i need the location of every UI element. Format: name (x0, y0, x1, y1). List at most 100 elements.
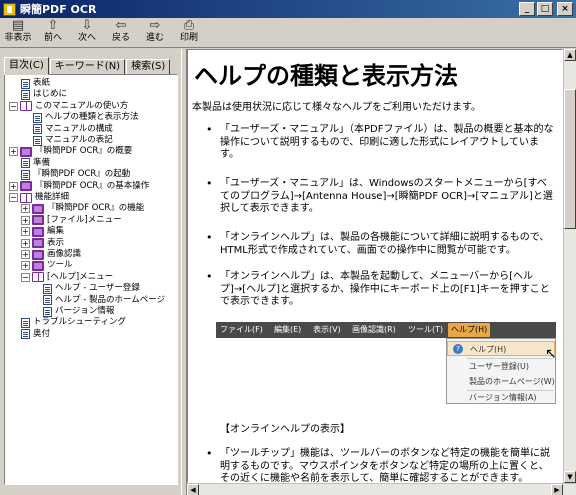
help-icon: ? (453, 344, 463, 354)
close-button[interactable]: × (557, 2, 573, 16)
forward-button[interactable]: ⇨ 進む (138, 18, 172, 48)
expand-icon[interactable]: + (21, 227, 30, 237)
window-controls: _ □ × (519, 2, 573, 16)
menu-help: ヘルプ(H) (448, 323, 491, 337)
tree-item[interactable]: 奥付 (21, 329, 50, 340)
forward-arrow-icon: ⇨ (149, 18, 161, 33)
tree-item[interactable]: − 機能詳細 (9, 192, 69, 203)
expand-icon[interactable]: + (21, 261, 30, 271)
tree-item[interactable]: + 『瞬簡PDF OCR』の機能 (21, 203, 144, 214)
prev-label: 前へ (43, 33, 62, 43)
tree-item[interactable]: + 編集 (21, 226, 64, 237)
tree-item[interactable]: はじめに (21, 89, 67, 100)
tree-item-label: 『瞬簡PDF OCR』の起動 (33, 169, 131, 180)
tree-item-label: ヘルプの種類と表示方法 (45, 112, 139, 123)
dropdown-help-label: ヘルプ(H) (470, 345, 507, 354)
bullet-item: 「ユーザーズ・マニュアル」（本PDFファイル）は、製品の概要と基本的な操作につい… (206, 124, 556, 162)
expand-icon[interactable]: + (21, 215, 30, 225)
tree-item[interactable]: + 画像認識 (21, 249, 81, 260)
tree-item[interactable]: − [ヘルプ]メニュー (21, 272, 113, 283)
back-button[interactable]: ⇦ 戻る (104, 18, 138, 48)
horizontal-scrollbar[interactable]: ◀ ▶ (187, 483, 576, 495)
tab-keyword[interactable]: キーワード(N) (49, 59, 126, 75)
tree-item[interactable]: 表紙 (21, 78, 50, 89)
tree-item-label: [ヘルプ]メニュー (47, 271, 114, 282)
tree-item-label: バージョン情報 (55, 306, 115, 316)
collapse-icon[interactable]: − (9, 193, 18, 202)
tree-item[interactable]: ヘルプ - 製品のホームページ (43, 295, 165, 306)
page-icon (21, 317, 30, 328)
tree-item[interactable]: マニュアルの構成 (33, 124, 113, 135)
tree-item[interactable]: − このマニュアルの使い方 (9, 101, 128, 112)
page-icon (43, 295, 52, 306)
tree-item-label: このマニュアルの使い方 (35, 100, 129, 111)
tree-item-label: マニュアルの表記 (45, 135, 113, 145)
collapse-icon[interactable]: − (9, 101, 18, 111)
tree-item[interactable]: 準備 (21, 158, 50, 169)
page-icon (33, 112, 42, 123)
expand-icon[interactable]: + (9, 147, 18, 157)
tree-item[interactable]: + 表示 (21, 238, 64, 249)
bullet-item: 「オンラインヘルプ」は、本製品を起動して、メニューバーから[ヘルプ]→[ヘルプ]… (206, 271, 556, 309)
tree-item[interactable]: + 『瞬簡PDF OCR』の概要 (9, 146, 132, 157)
open-book-icon (20, 101, 32, 112)
collapse-icon[interactable]: − (21, 272, 30, 282)
print-button[interactable]: ⎙ 印刷 (172, 18, 206, 48)
tree-item-label: 『瞬簡PDF OCR』の基本操作 (35, 180, 150, 191)
scroll-thumb[interactable] (564, 89, 576, 229)
dropdown-version: バージョン情報(A) (469, 393, 537, 402)
tree-item[interactable]: バージョン情報 (43, 306, 114, 317)
book-icon (20, 181, 32, 192)
hide-button[interactable]: ▤ 非表示 (0, 18, 36, 48)
expand-icon[interactable]: + (21, 238, 30, 248)
book-icon (32, 260, 44, 271)
tree-item[interactable]: 『瞬簡PDF OCR』の起動 (21, 169, 130, 180)
tree-item[interactable]: トラブルシューティング (21, 317, 126, 328)
prev-button[interactable]: ⇧ 前へ (36, 18, 70, 48)
expand-icon[interactable]: + (9, 181, 18, 191)
scroll-left-icon[interactable]: ◀ (187, 484, 199, 495)
contents-tree[interactable]: 表紙 はじめに − このマニュアルの使い方 ヘルプの種類と表示方法 マニュアルの構成 マニュ… (4, 74, 178, 485)
tree-item[interactable]: + ツール (21, 260, 73, 271)
tab-contents[interactable]: 目次(C) (4, 57, 49, 75)
tree-item[interactable]: + [ファイル]メニュー (21, 215, 122, 226)
minimize-button[interactable]: _ (519, 2, 535, 16)
page-icon (33, 135, 42, 146)
maximize-button[interactable]: □ (537, 2, 553, 16)
page-icon (21, 158, 30, 169)
scroll-right-icon[interactable]: ▶ (551, 484, 563, 495)
dropdown-homepage: 製品のホームページ(W) (469, 377, 555, 386)
open-book-icon (20, 192, 32, 203)
nav-tabs: 目次(C) キーワード(N) 検索(S) (4, 57, 171, 75)
tree-item-label: はじめに (33, 89, 68, 100)
page-title: ヘルプの種類と表示方法 (194, 62, 458, 90)
next-button[interactable]: ⇩ 次へ (70, 18, 104, 48)
vertical-scrollbar[interactable]: ▲ ▼ (563, 49, 576, 483)
intro-text: 本製品は使用状況に応じて様々なヘルプをご利用いただけます。 (192, 102, 481, 113)
expand-icon[interactable]: + (21, 250, 30, 259)
book-icon (20, 146, 32, 157)
toolbar: ▤ 非表示 ⇧ 前へ ⇩ 次へ ⇦ 戻る ⇨ 進む ⎙ 印刷 (0, 18, 576, 48)
expand-icon[interactable]: + (21, 204, 30, 214)
scroll-up-icon[interactable]: ▲ (564, 49, 576, 61)
help-dropdown: ? ヘルプ(H) ユーザー登録(U) 製品のホームページ(W) バージョン情報(… (446, 338, 556, 404)
page-icon (21, 89, 30, 100)
tree-item-label: トラブルシューティング (33, 317, 126, 328)
menu-view: 表示(V) (313, 325, 341, 334)
forward-label: 進む (145, 33, 164, 43)
tree-item-label: 『瞬簡PDF OCR』の概要 (35, 146, 133, 157)
tree-item[interactable]: ヘルプの種類と表示方法 (33, 112, 139, 123)
tree-item[interactable]: + 『瞬簡PDF OCR』の基本操作 (9, 181, 149, 192)
back-label: 戻る (111, 33, 130, 43)
bullet-item: 「ツールチップ」機能は、ツールバーのボタンなど特定の機能を簡単に説明するものです… (206, 448, 556, 482)
hide-icon: ▤ (11, 18, 25, 33)
tree-item[interactable]: マニュアルの表記 (33, 135, 113, 146)
book-icon (32, 249, 44, 260)
tree-item-label: [ファイル]メニュー (47, 214, 122, 225)
tab-search[interactable]: 検索(S) (126, 59, 171, 75)
tree-item[interactable]: ヘルプ - ユーザー登録 (43, 283, 140, 294)
tree-item-label: ヘルプ - 製品のホームページ (55, 294, 166, 305)
book-icon (32, 226, 44, 237)
scroll-down-icon[interactable]: ▼ (564, 471, 576, 483)
bullet-item: 「オンラインヘルプ」は、製品の各機能について詳細に説明するもので、HTML形式で… (206, 232, 556, 257)
